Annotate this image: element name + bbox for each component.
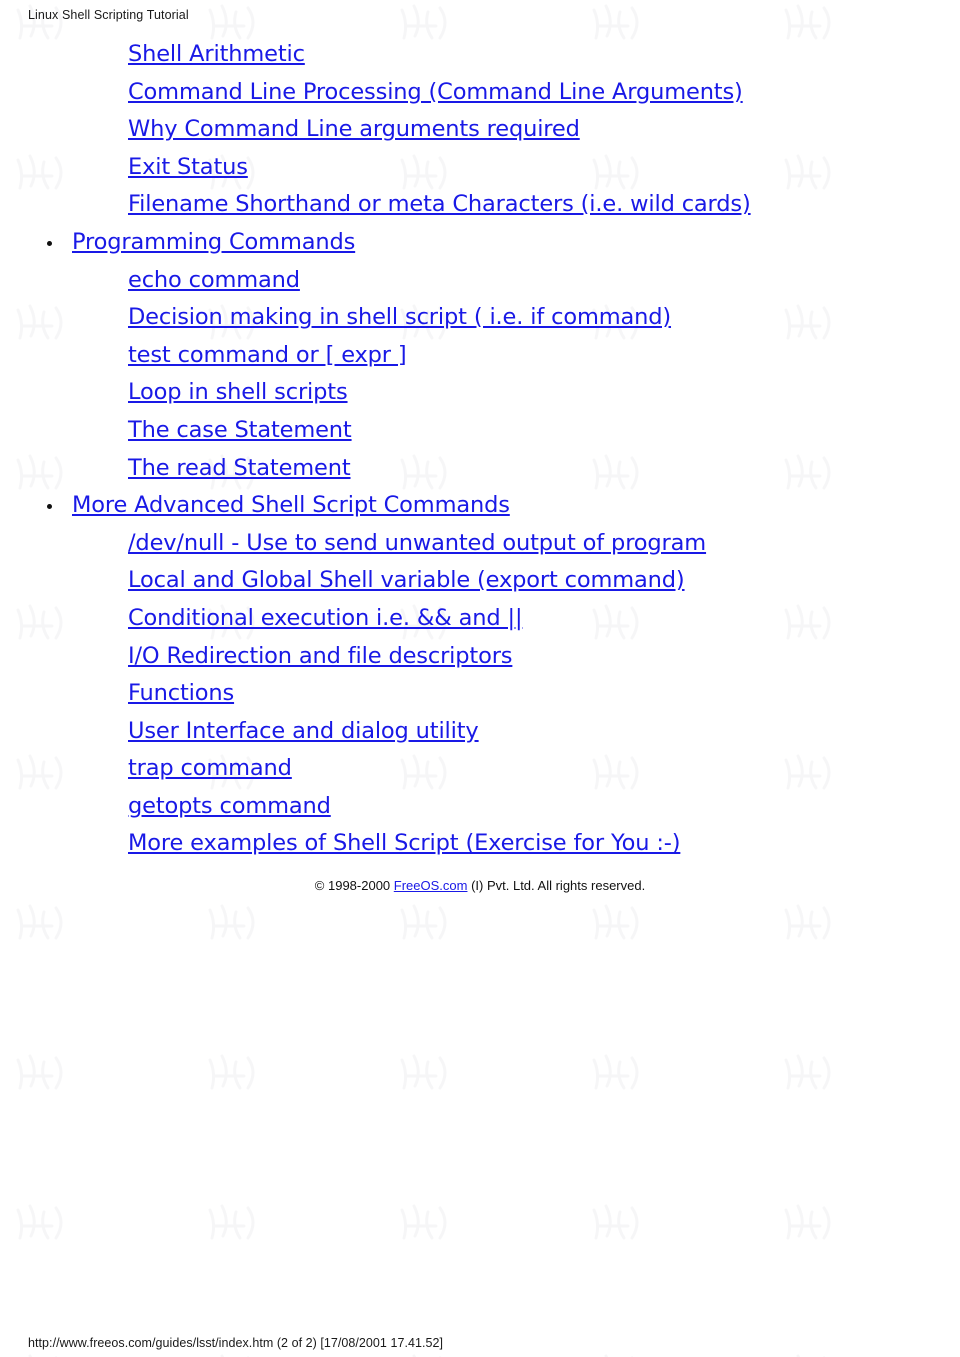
list-item: Exit Status [0,149,960,187]
toc-list: Shell Arithmetic Command Line Processing… [0,36,960,863]
list-item: Functions [0,675,960,713]
bullet-icon [47,504,52,510]
copyright-prefix: © 1998-2000 [314,878,394,893]
list-item: Local and Global Shell variable (export … [0,562,960,600]
list-item: I/O Redirection and file descriptors [0,638,960,676]
toc-link-why-command-line-arguments-required[interactable]: Why Command Line arguments required [128,116,580,142]
list-item: /dev/null - Use to send unwanted output … [0,525,960,563]
list-item: Command Line Processing (Command Line Ar… [0,74,960,112]
toc-link-filename-shorthand[interactable]: Filename Shorthand or meta Characters (i… [128,191,751,217]
bullet-icon [47,240,52,246]
page-header-title: Linux Shell Scripting Tutorial [28,8,189,22]
toc-link-echo-command[interactable]: echo command [128,267,300,293]
toc-link-trap-command[interactable]: trap command [128,755,292,781]
list-item: User Interface and dialog utility [0,713,960,751]
copyright-notice: © 1998-2000 FreeOS.com (I) Pvt. Ltd. All… [0,877,960,895]
list-item: The case Statement [0,412,960,450]
toc-link-more-advanced-shell-script-commands[interactable]: More Advanced Shell Script Commands [72,492,510,518]
toc-link-functions[interactable]: Functions [128,680,234,706]
toc-link-shell-arithmetic[interactable]: Shell Arithmetic [128,41,305,67]
copyright-suffix: (I) Pvt. Ltd. All rights reserved. [467,878,646,893]
toc-link-test-command-or-expr[interactable]: test command or [ expr ] [128,342,407,368]
toc-link-getopts-command[interactable]: getopts command [128,793,331,819]
toc-link-user-interface-and-dialog-utility[interactable]: User Interface and dialog utility [128,718,479,744]
toc-link-programming-commands[interactable]: Programming Commands [72,229,355,255]
toc-link-more-examples-of-shell-script[interactable]: More examples of Shell Script (Exercise … [128,830,681,856]
list-item: Programming Commands [0,224,960,262]
toc-link-io-redirection[interactable]: I/O Redirection and file descriptors [128,643,513,669]
list-item: test command or [ expr ] [0,337,960,375]
toc-link-conditional-execution[interactable]: Conditional execution i.e. && and || [128,605,523,631]
list-item: Loop in shell scripts [0,374,960,412]
toc-link-the-case-statement[interactable]: The case Statement [128,417,352,443]
freeos-link[interactable]: FreeOS.com [394,878,468,893]
page-footer-url: http://www.freeos.com/guides/lsst/index.… [28,1336,444,1350]
list-item: Shell Arithmetic [0,36,960,74]
list-item: More Advanced Shell Script Commands [0,487,960,525]
list-item: Decision making in shell script ( i.e. i… [0,299,960,337]
list-item: More examples of Shell Script (Exercise … [0,825,960,863]
toc-link-exit-status[interactable]: Exit Status [128,154,248,180]
list-item: Why Command Line arguments required [0,111,960,149]
toc-link-the-read-statement[interactable]: The read Statement [128,455,351,481]
list-item: The read Statement [0,450,960,488]
toc-link-decision-making-if-command[interactable]: Decision making in shell script ( i.e. i… [128,304,671,330]
list-item: Conditional execution i.e. && and || [0,600,960,638]
toc-link-command-line-processing[interactable]: Command Line Processing (Command Line Ar… [128,79,743,105]
list-item: echo command [0,262,960,300]
table-of-contents: Shell Arithmetic Command Line Processing… [0,36,960,863]
toc-link-dev-null[interactable]: /dev/null - Use to send unwanted output … [128,530,706,556]
list-item: trap command [0,750,960,788]
toc-link-loop-in-shell-scripts[interactable]: Loop in shell scripts [128,379,348,405]
toc-link-local-and-global-shell-variable[interactable]: Local and Global Shell variable (export … [128,567,685,593]
list-item: getopts command [0,788,960,826]
list-item: Filename Shorthand or meta Characters (i… [0,186,960,224]
